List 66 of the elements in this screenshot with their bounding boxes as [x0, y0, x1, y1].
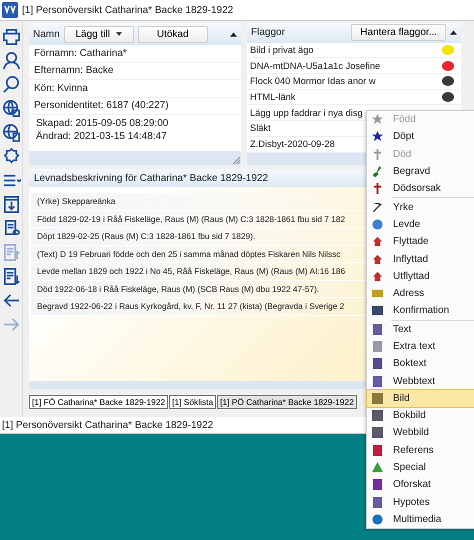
name-field-row: Förnamn: Catharina* — [29, 45, 241, 62]
person-icon[interactable] — [2, 51, 20, 70]
flag-row[interactable]: Bild i privat ägo — [247, 42, 461, 58]
document-icon[interactable] — [2, 267, 20, 286]
search-icon[interactable] — [2, 75, 20, 94]
flag-label: Släkt — [250, 123, 271, 134]
menu-item[interactable]: Boktext — [367, 355, 474, 372]
menu-item[interactable]: Bild — [367, 390, 474, 408]
flag-row[interactable]: HTML-länk — [247, 90, 461, 106]
life-event-line[interactable]: (Yrke) Skeppareänka — [37, 196, 116, 206]
cross-icon — [372, 183, 383, 194]
printer-icon[interactable] — [2, 27, 20, 46]
flag-row[interactable]: DNA-mtDNA-U5a1a1c Josefine — [247, 58, 461, 74]
flag-label: HTML-länk — [250, 92, 296, 102]
manage-flags-button[interactable]: Hantera flaggor... — [351, 24, 446, 42]
menu-item[interactable]: Inflyttad — [367, 250, 474, 268]
scroll-up-icon[interactable] — [230, 32, 237, 36]
menu-item[interactable]: Text — [367, 320, 474, 338]
house-icon — [372, 270, 383, 282]
flag-label: Bild i privat ägo — [250, 44, 314, 55]
flag-row[interactable]: Flock 040 Mormor Idas anor w — [247, 74, 461, 90]
flag-label: DNA-mtDNA-U5a1a1c Josefine — [250, 60, 380, 71]
menu-item[interactable]: Multimedia — [367, 510, 474, 528]
panel-title: Flaggor — [251, 27, 285, 38]
document-tab[interactable]: [1] FÖ Catharina* Backe 1829-1922 — [29, 395, 168, 409]
menu-item[interactable]: Referens — [367, 442, 474, 459]
extended-button[interactable]: Utökad — [138, 26, 208, 42]
menu-item[interactable]: Konfirmation — [367, 302, 474, 320]
cross-icon — [372, 148, 383, 160]
house-icon — [372, 236, 383, 248]
document-tab[interactable]: [1] PÖ Catharina* Backe 1829-1922 — [217, 395, 357, 409]
menu-item[interactable]: Adress — [367, 284, 474, 302]
menu-item[interactable]: Hypotes — [367, 494, 474, 511]
warning-icon — [372, 462, 383, 474]
star-icon — [372, 114, 383, 126]
caret-icon — [116, 32, 122, 36]
name-field-row: Personidentitet: 6187 (40:227) — [29, 98, 241, 115]
flag-label: Z.Disbyt-2020-09-28 — [250, 139, 335, 150]
pick-icon — [372, 202, 383, 213]
shovel-icon — [372, 166, 383, 178]
window-title: [1] Personöversikt Catharina* Backe 1829-1922 — [22, 4, 234, 16]
menu-item[interactable]: Bokbild — [367, 407, 474, 424]
menu-item[interactable]: Levde — [367, 216, 474, 234]
menu-item[interactable]: Utflyttad — [367, 268, 474, 285]
menu-item[interactable]: Special — [367, 458, 474, 476]
add-dropdown-button[interactable]: Lägg till — [64, 26, 134, 42]
resize-grip-icon[interactable] — [233, 157, 240, 164]
created-date: Skapad: 2015-09-05 08:29:00 — [36, 118, 170, 129]
flag-label: Flock 040 Mormor Idas anor w — [250, 76, 376, 86]
menu-item[interactable]: Webbtext — [367, 372, 474, 390]
name-field-row: Efternamn: Backe — [29, 62, 241, 80]
status-text: [1] Personöversikt Catharina* Backe 1829-1922 — [2, 420, 214, 430]
menu-item[interactable]: Webbild — [367, 424, 474, 442]
panel-title: Namn — [33, 28, 60, 40]
changed-date: Ändrad: 2021-03-15 14:48:47 — [36, 131, 168, 142]
menu-item[interactable]: Extra text — [367, 338, 474, 356]
house-icon — [372, 254, 383, 265]
name-field-row: Kön: Kvinna — [29, 80, 241, 98]
star-icon — [372, 131, 383, 142]
menu-item[interactable]: Oforskat — [367, 476, 474, 494]
menu-item[interactable]: Flyttade — [367, 233, 474, 250]
menu-item[interactable]: Yrke — [367, 198, 474, 216]
download-document-icon[interactable] — [2, 195, 20, 214]
document-tab[interactable]: [1] Söklista — [169, 395, 216, 409]
flag-label: Lägg upp faddrar i nya disg — [250, 108, 363, 118]
scroll-up-icon[interactable] — [450, 30, 457, 36]
